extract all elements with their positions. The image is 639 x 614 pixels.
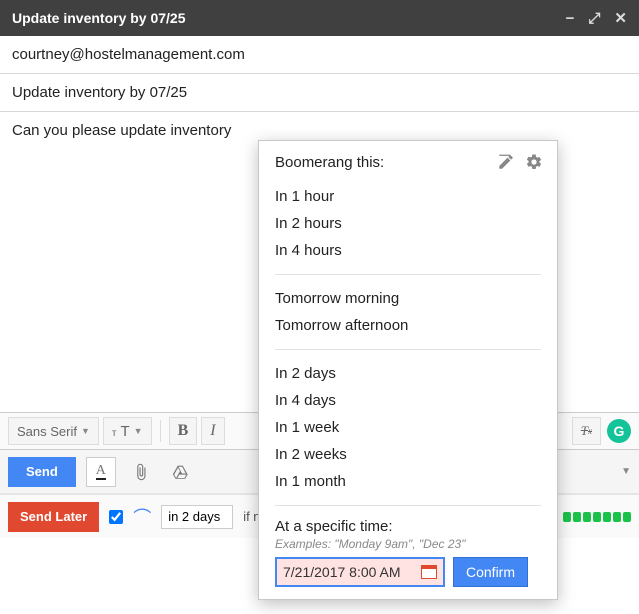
chevron-down-icon: ▼ xyxy=(134,426,143,436)
more-send-options-icon[interactable]: ▼ xyxy=(621,466,631,477)
confirm-button[interactable]: Confirm xyxy=(453,557,528,587)
popup-divider xyxy=(275,505,541,506)
calendar-icon[interactable] xyxy=(421,565,437,579)
grammarly-icon[interactable]: G xyxy=(607,419,631,443)
drive-icon[interactable] xyxy=(166,457,196,487)
attach-icon[interactable] xyxy=(126,457,156,487)
specific-time-input[interactable]: 7/21/2017 8:00 AM xyxy=(275,557,445,587)
boomerang-signal-icon xyxy=(563,512,631,522)
popup-item-4d[interactable]: In 4 days xyxy=(259,387,557,414)
compose-titlebar: Update inventory by 07/25 − ⤢ ✕ xyxy=(0,0,639,36)
send-later-button[interactable]: Send Later xyxy=(8,502,99,532)
body-text: Can you please update inventory xyxy=(12,122,231,139)
close-icon[interactable]: ✕ xyxy=(614,9,627,27)
boomerang-checkbox[interactable] xyxy=(109,510,123,524)
specific-time-value: 7/21/2017 8:00 AM xyxy=(283,564,401,580)
popup-item-tomorrow-afternoon[interactable]: Tomorrow afternoon xyxy=(259,312,557,339)
popup-divider xyxy=(275,349,541,350)
note-icon[interactable] xyxy=(497,153,515,171)
to-field[interactable]: courtney@hostelmanagement.com xyxy=(0,36,639,74)
font-family-dropdown[interactable]: Sans Serif ▼ xyxy=(8,417,99,445)
italic-button[interactable]: I xyxy=(201,417,224,445)
specific-time-examples: Examples: "Monday 9am", "Dec 23" xyxy=(275,537,541,551)
font-size-icon: т xyxy=(112,428,117,439)
popup-item-2d[interactable]: In 2 days xyxy=(259,360,557,387)
remove-formatting-button[interactable]: Tx xyxy=(572,417,601,445)
popup-item-2w[interactable]: In 2 weeks xyxy=(259,441,557,468)
font-size-dropdown[interactable]: тT ▼ xyxy=(103,417,152,445)
popup-item-1w[interactable]: In 1 week xyxy=(259,414,557,441)
send-button[interactable]: Send xyxy=(8,457,76,487)
send-bar-right: ▼ xyxy=(621,466,631,477)
specific-time-label: At a specific time: xyxy=(275,518,541,535)
minimize-icon[interactable]: − xyxy=(566,10,575,27)
titlebar-controls: − ⤢ ✕ xyxy=(566,9,627,27)
popup-item-tomorrow-morning[interactable]: Tomorrow morning xyxy=(259,285,557,312)
gear-icon[interactable] xyxy=(525,153,543,171)
font-size-icon-large: T xyxy=(121,423,130,440)
popup-item-1m[interactable]: In 1 month xyxy=(259,468,557,495)
boomerang-popup: Boomerang this: In 1 hour In 2 hours In … xyxy=(258,140,558,600)
bold-button[interactable]: B xyxy=(169,417,198,445)
popup-specific-section: At a specific time: Examples: "Monday 9a… xyxy=(259,512,557,587)
compose-title: Update inventory by 07/25 xyxy=(12,10,566,26)
popup-item-2h[interactable]: In 2 hours xyxy=(259,210,557,237)
popup-title: Boomerang this: xyxy=(275,154,497,171)
font-family-label: Sans Serif xyxy=(17,424,77,439)
chevron-down-icon: ▼ xyxy=(81,426,90,436)
popup-item-4h[interactable]: In 4 hours xyxy=(259,237,557,264)
popup-divider xyxy=(275,274,541,275)
popup-item-1h[interactable]: In 1 hour xyxy=(259,183,557,210)
popup-group-2: Tomorrow morning Tomorrow afternoon xyxy=(259,281,557,343)
separator xyxy=(160,420,161,442)
boomerang-icon[interactable]: ⌒ xyxy=(133,504,151,530)
text-color-button[interactable]: A xyxy=(86,457,116,487)
subject-field[interactable]: Update inventory by 07/25 xyxy=(0,74,639,112)
popup-group-3: In 2 days In 4 days In 1 week In 2 weeks… xyxy=(259,356,557,499)
boomerang-delay-input[interactable] xyxy=(161,505,233,529)
popup-group-1: In 1 hour In 2 hours In 4 hours xyxy=(259,179,557,268)
expand-icon[interactable]: ⤢ xyxy=(588,10,600,27)
